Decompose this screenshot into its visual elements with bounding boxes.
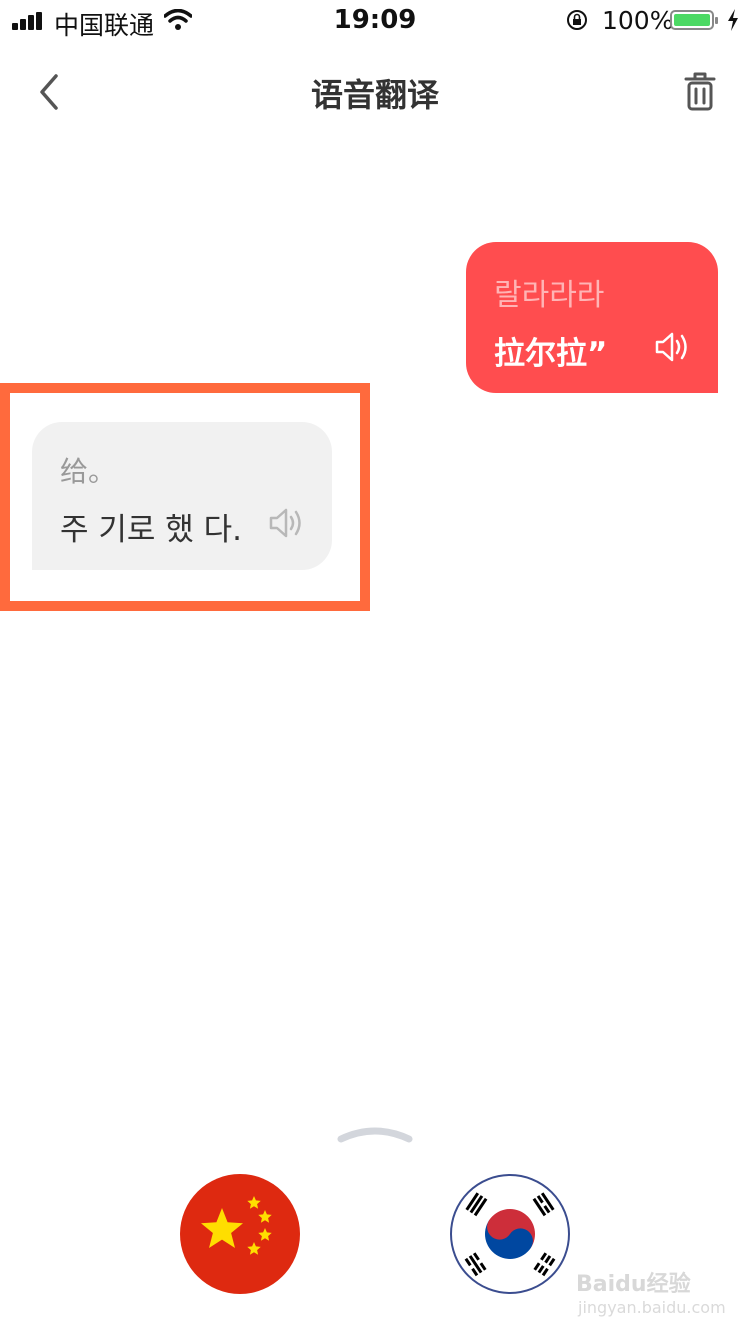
speaker-icon[interactable]	[268, 506, 306, 540]
speaker-icon[interactable]	[654, 330, 692, 364]
watermark-logo: Baidu经验	[576, 1272, 691, 1297]
trash-icon[interactable]	[680, 70, 720, 114]
battery-icon	[670, 10, 718, 30]
page-title: 语音翻译	[310, 76, 439, 114]
translated-text: 주 기로 했 다.	[60, 512, 243, 548]
nav-header: 语音翻译	[0, 56, 750, 126]
message-bubble-outgoing[interactable]: 랄라라라 拉尔拉”	[466, 242, 718, 393]
language-button-chinese[interactable]	[180, 1174, 300, 1294]
china-flag-icon	[201, 1196, 272, 1255]
source-text: 랄라라라	[494, 278, 605, 313]
language-button-korean[interactable]	[450, 1174, 570, 1294]
orientation-lock-icon	[567, 10, 587, 30]
battery-percent: 100%	[602, 6, 674, 35]
translated-text: 拉尔拉”	[494, 336, 608, 372]
source-text: 给。	[60, 455, 117, 488]
charging-bolt-icon	[728, 9, 738, 31]
watermark-url: jingyan.baidu.com	[578, 1298, 726, 1317]
status-bar: 中国联通 19:09 100%	[0, 0, 750, 40]
korea-flag-icon	[464, 1192, 556, 1277]
message-bubble-incoming[interactable]: 给。 주 기로 했 다.	[32, 422, 332, 570]
chevron-up-icon[interactable]	[336, 1120, 414, 1146]
